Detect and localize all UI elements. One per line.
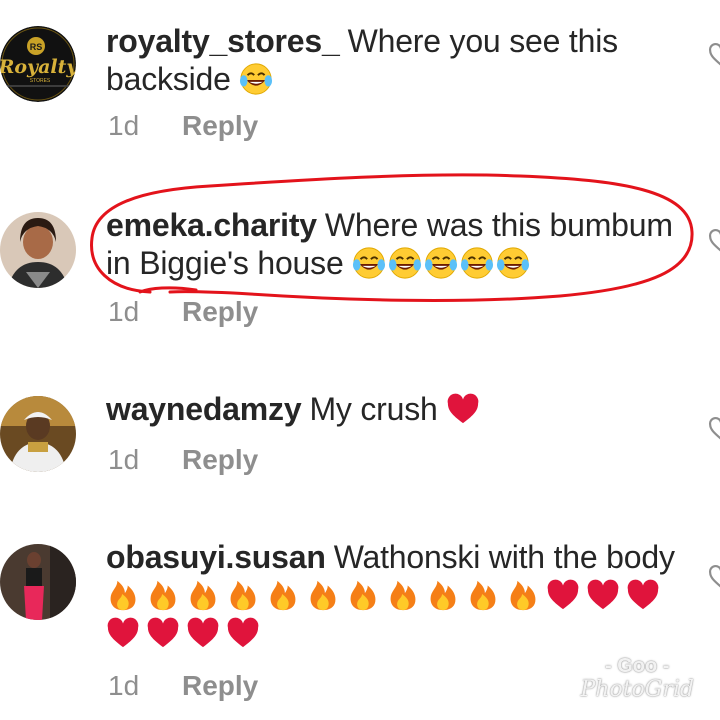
joy-emoji-icon <box>497 247 530 279</box>
emoji-row <box>239 60 279 98</box>
joy-emoji-icon <box>353 247 386 279</box>
user-photo-image <box>0 396 76 472</box>
logo-text: Royalty <box>0 56 76 78</box>
comment-text: Wathonski with the body <box>333 539 675 575</box>
comment-username[interactable]: waynedamzy <box>106 391 302 427</box>
comment-text: ⁣My crush <box>309 391 438 427</box>
heart-emoji-icon <box>547 579 579 610</box>
comment-username[interactable]: obasuyi.susan <box>106 539 326 575</box>
fire-emoji-icon <box>190 580 216 611</box>
fire-emoji-icon <box>150 580 176 611</box>
reply-button[interactable]: Reply <box>182 296 258 327</box>
comment-username[interactable]: royalty_stores_ <box>106 23 340 59</box>
joy-emoji-icon <box>389 247 422 279</box>
user-photo-image <box>0 212 76 288</box>
joy-emoji-icon <box>240 63 273 95</box>
comment-body: royalty_stores_ Where you see this backsi… <box>106 22 686 98</box>
heart-emoji-icon <box>187 617 219 648</box>
comment-body: obasuyi.susan Wathonski with the body <box>106 538 686 652</box>
fire-emoji-icon <box>110 580 136 611</box>
comment-meta: 1d Reply <box>108 444 258 476</box>
comment-meta: 1d Reply <box>108 296 258 328</box>
avatar[interactable] <box>0 544 76 620</box>
heart-emoji-icon <box>107 617 139 648</box>
comment-username[interactable]: emeka.charity <box>106 207 317 243</box>
comments-screen: RS Royalty STORES royalty_stores_ Where y… <box>0 0 720 720</box>
heart-emoji-icon <box>627 579 659 610</box>
reply-button[interactable]: Reply <box>182 444 258 475</box>
avatar[interactable] <box>0 396 76 472</box>
emoji-row <box>352 244 532 282</box>
heart-outline-icon[interactable] <box>708 416 720 442</box>
heart-outline-icon[interactable] <box>708 564 720 590</box>
emoji-row <box>446 390 486 428</box>
user-photo-image <box>0 544 76 620</box>
comment-meta: 1d Reply <box>108 670 258 702</box>
photogrid-watermark: - Goo - PhotoGrid <box>580 654 694 702</box>
logo-badge-text: RS <box>30 42 43 52</box>
fire-emoji-icon <box>430 580 456 611</box>
reply-button[interactable]: Reply <box>182 110 258 141</box>
fire-emoji-icon <box>470 580 496 611</box>
watermark-line-1: - Goo - <box>605 655 670 677</box>
fire-emoji-icon <box>350 580 376 611</box>
fire-emoji-icon <box>390 580 416 611</box>
heart-outline-icon[interactable] <box>708 228 720 254</box>
avatar[interactable]: RS Royalty STORES <box>0 26 76 102</box>
comment-time: 1d <box>108 444 140 475</box>
royalty-logo-image: RS Royalty STORES <box>0 26 76 102</box>
comment-time: 1d <box>108 670 140 701</box>
fire-emoji-icon <box>270 580 296 611</box>
reply-button[interactable]: Reply <box>182 670 258 701</box>
heart-outline-icon[interactable] <box>708 42 720 68</box>
heart-emoji-icon <box>147 617 179 648</box>
comment-body: emeka.charity Where was this bumbum in Bi… <box>106 206 686 282</box>
comment-meta: 1d Reply <box>108 110 258 142</box>
watermark-line-2: PhotoGrid <box>580 677 694 702</box>
heart-emoji-icon <box>587 579 619 610</box>
comment-body: waynedamzy ⁣My crush <box>106 390 686 428</box>
heart-emoji-icon <box>448 393 479 424</box>
fire-emoji-icon <box>510 580 536 611</box>
fire-emoji-icon <box>230 580 256 611</box>
emoji-row <box>106 576 666 652</box>
joy-emoji-icon <box>461 247 494 279</box>
joy-emoji-icon <box>425 247 458 279</box>
fire-emoji-icon <box>310 580 336 611</box>
heart-emoji-icon <box>227 617 259 648</box>
logo-sub-text: STORES <box>30 78 51 84</box>
avatar[interactable] <box>0 212 76 288</box>
comment-time: 1d <box>108 296 140 327</box>
comment-time: 1d <box>108 110 140 141</box>
